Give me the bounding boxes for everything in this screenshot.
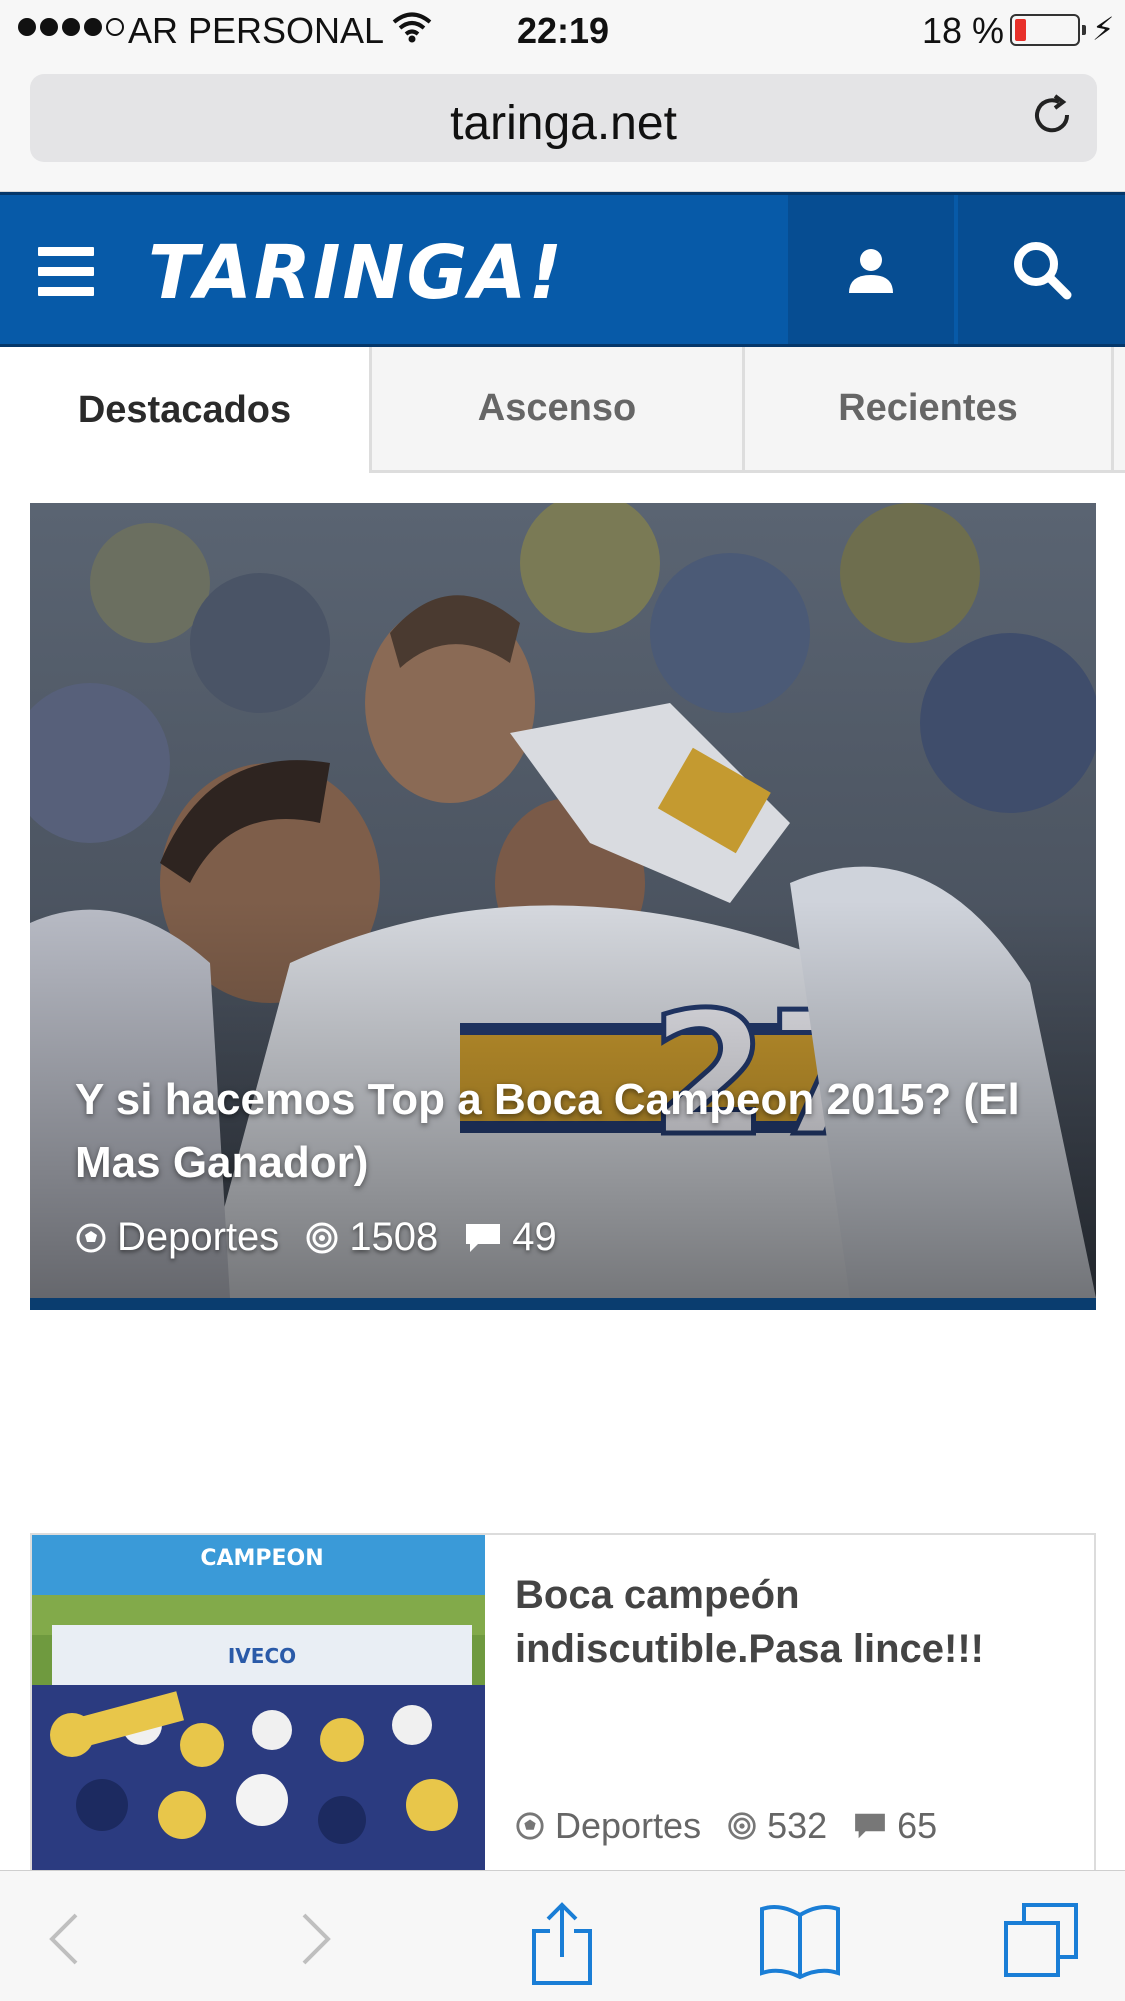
user-icon — [849, 248, 893, 293]
share-icon — [532, 1902, 592, 1985]
tab-bar: Destacados Ascenso Recientes — [0, 347, 1125, 473]
featured-post-underline — [30, 1298, 1096, 1310]
user-button[interactable] — [788, 195, 954, 344]
post-card[interactable]: CAMPEON IVECO Boca campeón indiscutible.… — [30, 1533, 1096, 1873]
points-count: 1508 — [305, 1215, 438, 1260]
points-value: 1508 — [349, 1215, 439, 1259]
carrier-name: AR PERSONAL — [128, 10, 385, 51]
post-thumbnail: CAMPEON IVECO — [32, 1535, 485, 1871]
back-button[interactable] — [30, 1901, 110, 1977]
tabs-icon — [1004, 1903, 1078, 1977]
status-bar: AR PERSONAL 22:19 18 % ⚡ — [0, 0, 1125, 62]
category-tag[interactable]: Deportes — [75, 1215, 279, 1260]
svg-text:IVECO: IVECO — [228, 1644, 296, 1668]
back-chevron-icon — [49, 1913, 78, 1965]
forward-chevron-icon — [302, 1913, 331, 1965]
points-count: 532 — [727, 1805, 827, 1847]
soccer-ball-icon — [76, 1223, 106, 1252]
search-button[interactable] — [958, 195, 1125, 344]
tab-destacados[interactable]: Destacados — [0, 347, 369, 473]
points-icon — [306, 1222, 338, 1253]
search-icon — [1013, 241, 1071, 299]
menu-icon[interactable] — [38, 247, 94, 297]
site-header: TARINGA! — [0, 192, 1125, 347]
site-logo[interactable]: TARINGA! — [148, 230, 564, 316]
share-button[interactable] — [522, 1901, 602, 1985]
post-title[interactable]: Boca campeón indiscutible.Pasa lince!!! — [515, 1568, 1055, 1676]
points-icon — [728, 1812, 756, 1840]
comments-value: 65 — [897, 1805, 938, 1846]
tabs-button[interactable] — [1000, 1901, 1080, 1977]
category-label: Deportes — [555, 1805, 702, 1846]
clock: 22:19 — [517, 10, 610, 51]
bookmarks-icon — [760, 1905, 840, 1980]
browser-toolbar — [0, 1870, 1125, 2001]
wifi-icon — [392, 10, 432, 52]
tab-ascenso[interactable]: Ascenso — [369, 347, 742, 473]
comments-value: 49 — [512, 1215, 557, 1259]
browser-address-area: taringa.net — [0, 62, 1125, 192]
tab-overflow — [1114, 347, 1125, 473]
category-tag[interactable]: Deportes — [515, 1805, 701, 1847]
signal-strength-icon — [18, 18, 124, 36]
battery-percentage: 18 % — [922, 10, 1005, 51]
comments-count: 49 — [464, 1215, 557, 1260]
url-text[interactable]: taringa.net — [30, 96, 1097, 151]
forward-button[interactable] — [270, 1901, 350, 1977]
battery-icon — [1010, 14, 1086, 46]
soccer-ball-icon — [516, 1812, 544, 1840]
featured-post-meta: Deportes 1508 49 — [75, 1215, 583, 1260]
bookmarks-button[interactable] — [758, 1901, 840, 1980]
reload-icon[interactable] — [1027, 92, 1077, 142]
address-bar[interactable]: taringa.net — [30, 74, 1097, 162]
tab-recientes[interactable]: Recientes — [742, 347, 1114, 473]
charging-icon: ⚡ — [1092, 11, 1115, 47]
comment-icon — [855, 1813, 886, 1839]
comments-count: 65 — [853, 1805, 937, 1847]
category-label: Deportes — [117, 1215, 280, 1259]
featured-post-title[interactable]: Y si hacemos Top a Boca Campeon 2015? (E… — [75, 1068, 1055, 1194]
svg-text:CAMPEON: CAMPEON — [200, 1546, 323, 1571]
comment-icon — [466, 1223, 501, 1252]
post-meta: Deportes 532 65 — [515, 1805, 963, 1847]
points-value: 532 — [767, 1805, 828, 1846]
featured-post-card[interactable]: 27 Y si hacemos Top a Boca Campeon 2015?… — [30, 503, 1096, 1310]
